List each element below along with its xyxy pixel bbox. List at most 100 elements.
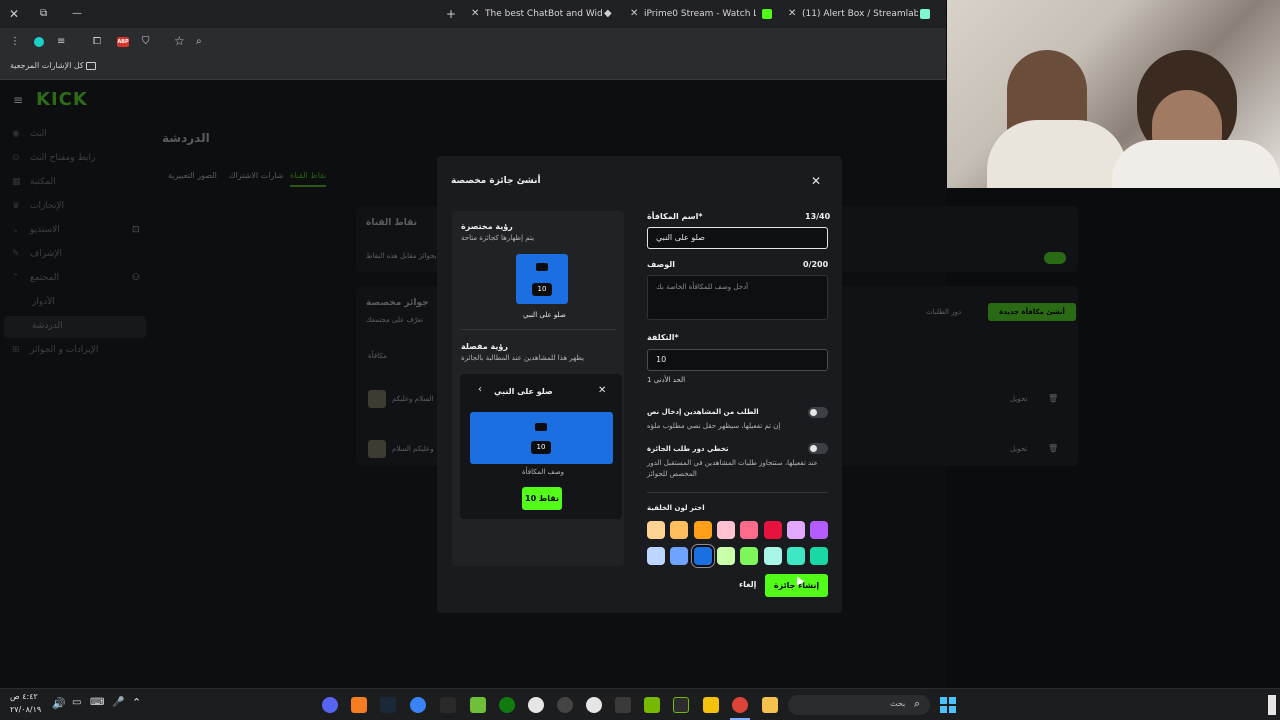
app-r-icon[interactable]	[703, 697, 719, 713]
nvidia-icon[interactable]	[644, 697, 660, 713]
show-desktop-button[interactable]	[1268, 695, 1276, 715]
sidebar-item-chat-active[interactable]	[4, 316, 146, 338]
all-bookmarks-label[interactable]: كل الإشارات المرجعية	[10, 61, 84, 70]
add-user-icon[interactable]: ⚇	[132, 273, 140, 283]
color-swatch[interactable]	[740, 547, 759, 565]
app-green-b-icon[interactable]	[470, 697, 486, 713]
sidebar-item-library[interactable]: ▦ المكتبة	[12, 177, 56, 187]
tab-close-icon[interactable]: ✕	[788, 6, 796, 22]
clock-time[interactable]: ٤:٤٢ ص	[10, 692, 38, 701]
adblock-icon[interactable]: ABP	[117, 37, 129, 47]
hamburger-menu-icon[interactable]: ≡	[13, 93, 23, 107]
sidebar-item-roles[interactable]: الأدوار	[32, 297, 55, 307]
skip-queue-desc: عند تفعيلها، ستتجاوز طلبات المشاهدين في …	[647, 459, 818, 467]
zoom-search-icon[interactable]: ⌕	[196, 34, 202, 50]
tab-sub-badges[interactable]: شارات الاشتراك	[229, 171, 283, 180]
color-swatch[interactable]	[810, 547, 829, 565]
color-swatch[interactable]	[670, 547, 689, 565]
request-queue-link[interactable]: دور الطلبات	[926, 308, 961, 316]
epic-games-icon[interactable]	[440, 697, 456, 713]
sidebar-item-stream-key[interactable]: ⊙ رابط ومفتاح البث	[12, 153, 95, 163]
taskbar-search[interactable]: بحث ⌕	[788, 695, 930, 715]
kick-logo[interactable]: KICK	[36, 89, 88, 110]
tab-streamelements[interactable]: The best ChatBot and Widgets	[485, 4, 603, 24]
sidebar-item-studio[interactable]: ⌄ الاستديو	[12, 225, 60, 235]
xbox-icon[interactable]	[499, 697, 515, 713]
windows-start-icon[interactable]	[940, 697, 956, 713]
tab-streamlabs[interactable]: (11) Alert Box / Streamlabs	[802, 4, 918, 24]
sidebar-item-chat[interactable]: الدردشة	[32, 321, 63, 331]
trash-icon[interactable]: 🗑	[1048, 394, 1058, 403]
sidebar-item-community[interactable]: ⌃ المجتمع	[12, 273, 59, 283]
shield-icon[interactable]: ⛉	[142, 34, 150, 50]
person-right-shirt	[1112, 140, 1280, 188]
tab-close-icon[interactable]: ✕	[471, 6, 479, 22]
app-blue-icon[interactable]	[410, 697, 426, 713]
app-play-icon[interactable]	[673, 697, 689, 713]
volume-icon[interactable]: 🔊	[52, 697, 66, 710]
steam-icon[interactable]	[380, 697, 396, 713]
menu-kebab-icon[interactable]: ⋮	[10, 34, 20, 50]
create-new-reward-button[interactable]: أنشئ مكافأة جديدة	[988, 303, 1076, 321]
app-circle-icon[interactable]	[586, 697, 602, 713]
close-icon: ✕	[598, 385, 607, 396]
media-control-icon[interactable]: ≡	[57, 34, 65, 50]
minimize-window-icon[interactable]: —	[72, 6, 82, 22]
color-swatch[interactable]	[786, 521, 805, 539]
color-swatch[interactable]	[763, 521, 782, 539]
cancel-button[interactable]: إلغاء	[739, 580, 756, 589]
extension-icon[interactable]	[34, 37, 44, 47]
edit-reward-link[interactable]: تحويل	[1010, 445, 1027, 453]
sidebar-item-achievements[interactable]: ♛ الإنجازات	[12, 201, 64, 211]
app-a-icon[interactable]	[351, 697, 367, 713]
sidebar-item-moderation[interactable]: ✎ الإشراف	[12, 249, 62, 259]
tab-channel-points[interactable]: نقاط القناة	[290, 171, 326, 180]
color-swatch[interactable]	[693, 521, 712, 539]
person-left-shirt	[987, 120, 1127, 188]
color-swatch[interactable]	[647, 547, 665, 565]
microphone-icon[interactable]: 🎤	[112, 697, 124, 708]
color-swatch[interactable]	[740, 521, 759, 539]
trash-icon[interactable]: 🗑	[1048, 444, 1058, 453]
sidebar-item-label: الدردشة	[32, 321, 63, 331]
color-swatch[interactable]	[786, 547, 805, 565]
tab-close-icon[interactable]: ✕	[630, 6, 638, 22]
close-icon[interactable]: ✕	[811, 174, 821, 188]
discord-icon[interactable]	[322, 697, 338, 713]
sidebar-item-stream[interactable]: ◉ البث	[12, 129, 47, 139]
color-swatch[interactable]	[691, 545, 714, 567]
chevron-up-icon[interactable]: ⌃	[132, 696, 141, 709]
color-swatch[interactable]	[763, 547, 782, 565]
sidebar-item-revenue[interactable]: ⊞ الإيرادات و الجوائز	[12, 345, 98, 355]
chrome-icon[interactable]	[732, 697, 748, 713]
studio-open-icon[interactable]: ⊡	[132, 225, 140, 235]
color-swatch[interactable]	[647, 521, 665, 539]
extensions-puzzle-icon[interactable]: ⧠	[93, 34, 101, 50]
color-swatch[interactable]	[716, 547, 735, 565]
obs-icon[interactable]	[557, 697, 573, 713]
detailed-preview-description: وصف المكافأة	[522, 468, 565, 476]
network-icon[interactable]: ▭	[72, 697, 81, 708]
require-text-toggle[interactable]	[808, 407, 828, 418]
edit-reward-link[interactable]: تحويل	[1010, 395, 1027, 403]
new-tab-icon[interactable]: +	[446, 6, 456, 22]
cost-input[interactable]: 10	[647, 349, 828, 371]
skip-queue-toggle[interactable]	[808, 443, 828, 454]
color-swatch[interactable]	[810, 521, 829, 539]
bookmark-star-icon[interactable]: ☆	[174, 33, 185, 49]
app-pen-icon[interactable]	[615, 697, 631, 713]
file-explorer-icon[interactable]	[762, 697, 778, 713]
description-textarea[interactable]: أدخل وصف للمكافأة الخاصة بك	[647, 275, 828, 320]
tab-kick-stream[interactable]: iPrime0 Stream - Watch Live on	[644, 4, 756, 24]
clock-date[interactable]: ٢٧/٠٨/١٩	[10, 705, 41, 714]
color-swatch[interactable]	[670, 521, 689, 539]
color-swatch[interactable]	[716, 521, 735, 539]
tab-emotes[interactable]: الصور التعبيرية	[168, 171, 217, 180]
folder-icon	[86, 62, 96, 70]
keyboard-icon[interactable]: ⌨	[90, 697, 104, 708]
channel-points-toggle[interactable]	[1044, 252, 1066, 264]
restore-window-icon[interactable]: ⧉	[40, 6, 47, 22]
settings-gear-icon[interactable]	[528, 697, 544, 713]
reward-name-input[interactable]: صلو على النبي	[647, 227, 828, 249]
close-window-icon[interactable]: ✕	[9, 6, 19, 22]
